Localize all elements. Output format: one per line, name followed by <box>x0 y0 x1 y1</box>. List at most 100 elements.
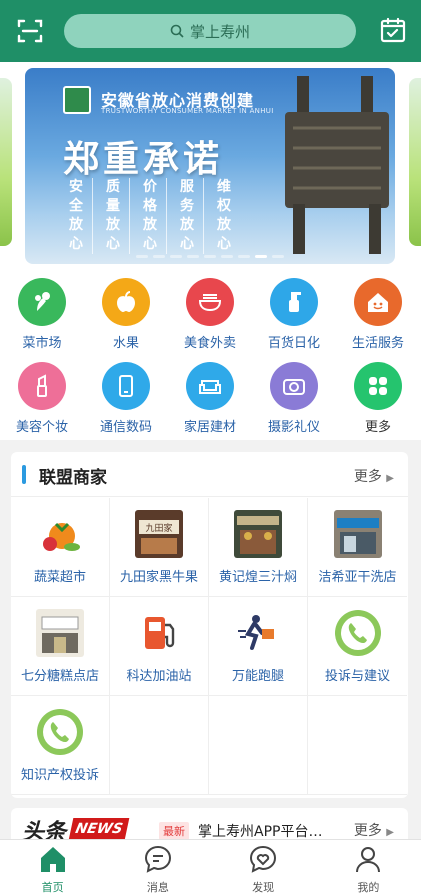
heart-chat-icon <box>250 845 277 873</box>
merchant-item[interactable]: 蔬菜超市 <box>11 498 110 597</box>
bronze-cauldron-icon <box>285 76 389 254</box>
category-label: 摄影礼仪 <box>267 420 320 435</box>
phone-call-icon <box>36 708 84 756</box>
carousel-dot[interactable] <box>221 255 233 258</box>
scan-icon[interactable] <box>16 17 44 45</box>
sofa-icon <box>186 362 234 410</box>
home-icon <box>40 847 65 872</box>
apple-icon <box>102 278 150 326</box>
merchant-item[interactable]: 洁希亚干洗店 <box>308 498 407 597</box>
category-life-services[interactable]: 生活服务 <box>336 278 420 351</box>
merchant-name: 投诉与建议 <box>324 669 390 684</box>
calendar-check-icon[interactable] <box>379 16 407 44</box>
carousel-dot[interactable] <box>238 255 250 258</box>
tab-home[interactable]: 首页 <box>0 840 105 893</box>
pledge-column: 维权放心 <box>217 179 231 252</box>
carousel-dot[interactable] <box>136 255 148 258</box>
vegetable-icon <box>18 278 66 326</box>
search-box[interactable]: 掌上寿州 <box>64 14 356 48</box>
tab-profile[interactable]: 我的 <box>316 840 421 893</box>
news-more-link[interactable]: 更多 ▶ <box>354 820 394 840</box>
section-header: 联盟商家 更多 ▶ <box>11 452 408 497</box>
section-title: 联盟商家 <box>39 468 107 488</box>
search-placeholder: 掌上寿州 <box>189 22 250 41</box>
spray-bottle-icon <box>270 278 318 326</box>
carousel-dot[interactable] <box>187 255 199 258</box>
category-vegetable-market[interactable]: 菜市场 <box>0 278 84 351</box>
category-food-delivery[interactable]: 美食外卖 <box>168 278 252 351</box>
category-label: 百货日化 <box>267 336 320 351</box>
merchant-item[interactable]: 九田家 九田家黑牛果 <box>110 498 209 597</box>
grid-icon <box>354 362 402 410</box>
news-logo: NEWS <box>68 818 130 840</box>
merchant-item[interactable]: 投诉与建议 <box>308 597 407 696</box>
category-label: 菜市场 <box>22 336 62 351</box>
news-headline[interactable]: 掌上寿州APP平台… <box>198 821 338 841</box>
pledge-column: 价格放心 <box>143 178 167 254</box>
carousel-dot[interactable] <box>204 255 216 258</box>
category-label: 生活服务 <box>351 336 404 351</box>
fuel-pump-icon <box>135 609 183 657</box>
banner-carousel[interactable]: 安徽省放心消费创建 TRUSTWORTHY CONSUMER MARKET IN… <box>0 62 421 268</box>
tab-label: 我的 <box>357 881 380 893</box>
banner-pledges: 安全放心 质量放心 价格放心 服务放心 维权放心 <box>69 178 241 254</box>
merchant-name: 万能跑腿 <box>231 669 284 684</box>
tab-discover[interactable]: 发现 <box>211 840 316 893</box>
category-photography[interactable]: 摄影礼仪 <box>252 362 336 435</box>
section-accent-bar <box>22 465 26 484</box>
tab-label: 首页 <box>41 881 64 893</box>
svg-text:九田家: 九田家 <box>145 522 172 534</box>
category-label: 美食外卖 <box>183 336 236 351</box>
empty-cell <box>110 696 209 795</box>
merchant-item[interactable]: 科达加油站 <box>110 597 209 696</box>
category-label: 通信数码 <box>99 420 152 435</box>
merchant-name: 黄记煌三汁焖 <box>218 570 297 585</box>
merchant-item[interactable]: 黄记煌三汁焖 <box>209 498 308 597</box>
alliance-merchants-section: 联盟商家 更多 ▶ 蔬菜超市 九田家 九田家黑牛果 黄记煌三汁焖 洁希亚干洗店 … <box>11 452 408 798</box>
restaurant-thumb-icon <box>234 510 282 558</box>
lipstick-icon <box>18 362 66 410</box>
category-more[interactable]: 更多 <box>336 362 420 435</box>
carousel-dot[interactable] <box>170 255 182 258</box>
storefront-thumb-icon: 九田家 <box>135 510 183 558</box>
chevron-right-icon: ▶ <box>386 827 394 838</box>
top-bar: 掌上寿州 <box>0 0 421 62</box>
category-digital[interactable]: 通信数码 <box>84 362 168 435</box>
banner-prev-peek <box>0 78 12 246</box>
merchant-item[interactable]: 万能跑腿 <box>209 597 308 696</box>
pledge-column: 安全放心 <box>69 178 93 254</box>
category-beauty[interactable]: 美容个妆 <box>0 362 84 435</box>
laundry-thumb-icon <box>333 510 382 558</box>
merchant-name: 九田家黑牛果 <box>119 570 198 585</box>
category-grid: 菜市场 水果 美食外卖 百货日化 生活服务 美容个妆 通信数码 家居建材 摄影礼… <box>0 268 421 440</box>
noodle-bowl-icon <box>186 278 234 326</box>
category-fruit[interactable]: 水果 <box>84 278 168 351</box>
delivery-runner-icon <box>234 609 282 657</box>
merchant-name: 洁希亚干洗店 <box>318 570 397 585</box>
merchant-name: 蔬菜超市 <box>33 570 86 585</box>
merchants-more-link[interactable]: 更多 ▶ <box>354 466 394 486</box>
banner-slide[interactable]: 安徽省放心消费创建 TRUSTWORTHY CONSUMER MARKET IN… <box>25 68 395 264</box>
category-label: 水果 <box>112 336 139 351</box>
bottom-tab-bar: 首页 消息 发现 我的 <box>0 839 421 893</box>
carousel-dot[interactable] <box>272 255 284 258</box>
category-label: 家居建材 <box>183 420 236 435</box>
pledge-column: 服务放心 <box>180 178 204 254</box>
camera-icon <box>270 362 318 410</box>
carousel-dot[interactable] <box>255 255 267 258</box>
category-daily-goods[interactable]: 百货日化 <box>252 278 336 351</box>
category-label: 更多 <box>364 420 391 435</box>
merchant-item[interactable]: 知识产权投诉 <box>11 696 110 795</box>
carousel-indicator <box>25 255 395 258</box>
category-label: 美容个妆 <box>15 420 68 435</box>
category-home-building[interactable]: 家居建材 <box>168 362 252 435</box>
phone-icon <box>102 362 150 410</box>
house-face-icon <box>354 278 402 326</box>
tab-messages[interactable]: 消息 <box>105 840 210 893</box>
merchant-item[interactable]: 七分糖糕点店 <box>11 597 110 696</box>
tab-label: 发现 <box>252 881 275 893</box>
latest-badge: 最新 <box>159 822 189 840</box>
pledge-column: 质量放心 <box>106 178 130 254</box>
chevron-right-icon: ▶ <box>386 473 394 484</box>
carousel-dot[interactable] <box>153 255 165 258</box>
